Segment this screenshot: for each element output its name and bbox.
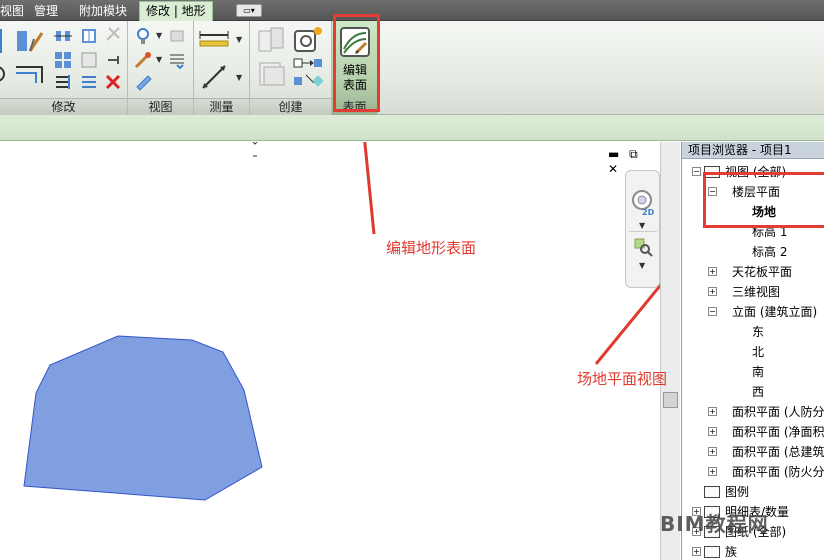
expand-icon[interactable]: +: [708, 467, 717, 476]
modify-cursor-icon[interactable]: [0, 29, 8, 53]
nav-2d-label: 2D: [642, 208, 655, 217]
trim-icon[interactable]: [54, 73, 72, 91]
rotate-icon[interactable]: [0, 65, 8, 83]
collapse-icon[interactable]: −: [708, 307, 717, 316]
project-browser: 项目浏览器 - 项目1 − 视图 (全部) − 楼层平面 场地 标高 1 标高 2 + 天花板平…: [681, 142, 824, 560]
thin-lines-icon[interactable]: [168, 51, 186, 69]
view-top-marker: [252, 142, 258, 157]
tree-item-label: 天花板平面: [732, 265, 793, 279]
linework-icon[interactable]: [168, 27, 186, 45]
tab-modify-toposurface[interactable]: 修改 | 地形: [139, 1, 213, 21]
edit-surface-icon: [340, 27, 370, 57]
tree-item-label: 场地: [752, 205, 777, 219]
surface-panel-title: 表面: [332, 98, 377, 115]
tab-view[interactable]: 视图: [0, 3, 24, 20]
chevron-down-icon[interactable]: ▼: [236, 73, 242, 82]
chevron-down-icon[interactable]: ▼: [639, 261, 645, 270]
modify-panel-title: 修改: [0, 98, 127, 115]
create-panel-title: 创建: [250, 98, 331, 115]
array-icon[interactable]: [80, 51, 98, 69]
tree-item-label: 标高 1: [752, 225, 788, 239]
hide-element-icon[interactable]: [134, 73, 152, 91]
split-icon[interactable]: [80, 73, 98, 91]
tree-item-label: 东: [752, 325, 765, 339]
paint-brush-icon[interactable]: [134, 51, 152, 69]
expand-icon[interactable]: +: [708, 287, 717, 296]
tree-item-label: 面积平面 (净面积: [732, 425, 824, 439]
quick-access-dropdown[interactable]: ▭▾: [236, 4, 262, 17]
create-parts-icon[interactable]: [256, 59, 286, 89]
create-panel: 创建: [250, 21, 332, 115]
create-group-icon[interactable]: [292, 57, 324, 89]
offset-icon[interactable]: [14, 61, 46, 85]
tree-item-label: 族: [725, 545, 738, 559]
view-panel: ▼ ▼ 视图: [128, 21, 194, 115]
tree-item-label: 立面 (建筑立面): [732, 305, 818, 319]
measure-panel: ▼ ▼ 测量: [194, 21, 250, 115]
expand-icon[interactable]: +: [708, 267, 717, 276]
unpin-icon[interactable]: [104, 25, 122, 43]
tree-item-label: 视图 (全部): [725, 165, 787, 179]
create-assembly-icon[interactable]: [256, 25, 286, 55]
nav-divider: [629, 231, 657, 232]
toposurface[interactable]: [23, 335, 263, 501]
tree-item-label: 三维视图: [732, 285, 781, 299]
vertical-scrollbar[interactable]: [660, 142, 680, 560]
options-bar: [0, 115, 824, 141]
chevron-down-icon[interactable]: ▼: [236, 35, 242, 44]
canvas-graphics: [23, 142, 660, 501]
modify-panel: 修改: [0, 21, 128, 115]
tree-item-label: 楼层平面: [732, 185, 781, 199]
delete-icon[interactable]: [104, 73, 122, 91]
scrollbar-thumb[interactable]: [663, 392, 678, 408]
drawing-canvas[interactable]: ▬ ⧉ ✕ 2D ▼ ▼: [0, 142, 660, 560]
tree-item-label: 面积平面 (人防分: [732, 405, 824, 419]
pin-icon[interactable]: [104, 51, 122, 69]
measure-panel-title: 测量: [194, 98, 249, 115]
revit-window: 视图 管理 附加模块 修改 | 地形 ▭▾ 修改 ▼ ▼ 视图 ▼ ▼ 测量 创…: [0, 0, 824, 560]
edit-surface-button[interactable]: 编辑 表面: [338, 23, 372, 93]
tree-item-label: 面积平面 (总建筑: [732, 445, 824, 459]
create-similar-icon[interactable]: [292, 25, 324, 55]
chevron-down-icon[interactable]: ▼: [156, 31, 162, 40]
tree-item-label: 西: [752, 385, 765, 399]
annotation-edit-surface: 编辑地形表面: [386, 239, 477, 257]
project-browser-title: 项目浏览器 - 项目1: [682, 142, 824, 159]
ribbon: 修改 ▼ ▼ 视图 ▼ ▼ 测量 创建 编辑 表面 表面: [0, 21, 824, 115]
align-icon[interactable]: [54, 27, 72, 45]
tab-addins[interactable]: 附加模块: [79, 3, 127, 20]
view-panel-title: 视图: [128, 98, 193, 115]
paste-icon[interactable]: [16, 29, 44, 53]
move-icon[interactable]: [80, 27, 98, 45]
edit-surface-label: 编辑 表面: [342, 63, 367, 92]
arrow-to-edit-surface: [363, 142, 376, 235]
chevron-down-icon[interactable]: ▼: [156, 55, 162, 64]
tree-item-label: 面积平面 (防火分: [732, 465, 824, 479]
views-icon: [704, 166, 720, 178]
measure-distance-icon[interactable]: [198, 29, 230, 47]
expand-icon[interactable]: +: [708, 427, 717, 436]
watermark: BIM教程网: [660, 512, 769, 536]
copy-icon[interactable]: [54, 51, 72, 69]
surface-panel: 编辑 表面 表面: [332, 21, 378, 115]
tree-item-label: 图例: [725, 485, 750, 499]
expand-icon[interactable]: +: [692, 547, 701, 556]
expand-icon[interactable]: +: [708, 447, 717, 456]
family-icon: [704, 546, 720, 558]
collapse-icon[interactable]: −: [692, 167, 701, 176]
expand-icon[interactable]: +: [708, 407, 717, 416]
dimension-icon[interactable]: [200, 63, 228, 91]
ribbon-tab-bar: 视图 管理 附加模块 修改 | 地形 ▭▾: [0, 0, 824, 21]
navigation-bar: 2D ▼ ▼: [625, 170, 660, 288]
zoom-icon[interactable]: [633, 237, 653, 257]
collapse-icon[interactable]: −: [708, 187, 717, 196]
tree-item-label: 北: [752, 345, 765, 359]
tree-item-label: 南: [752, 365, 765, 379]
tab-manage[interactable]: 管理: [34, 3, 58, 20]
legend-icon: [704, 486, 720, 498]
chevron-down-icon[interactable]: ▼: [639, 221, 645, 230]
annotation-site-plan: 场地平面视图: [577, 370, 668, 388]
tree-item-label: 标高 2: [752, 245, 788, 259]
override-graphics-icon[interactable]: [134, 27, 152, 45]
